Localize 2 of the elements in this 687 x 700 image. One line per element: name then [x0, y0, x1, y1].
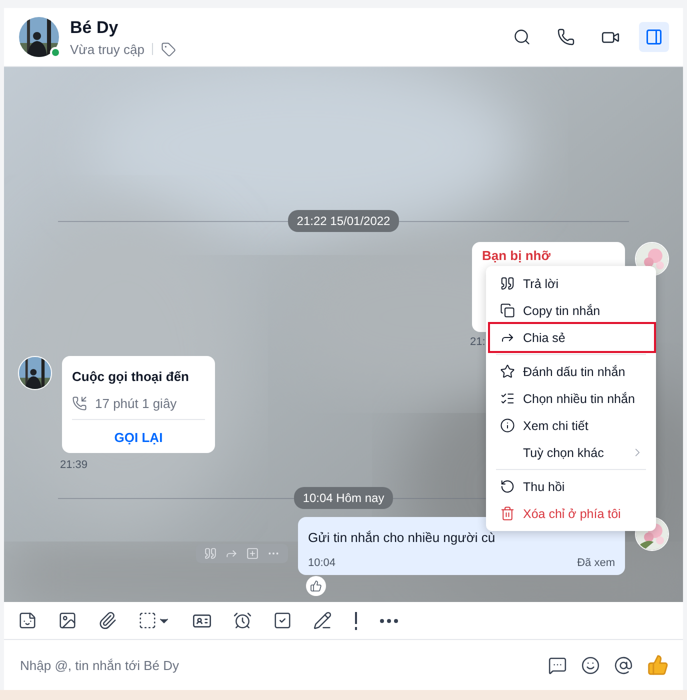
last-seen-status: Vừa truy cập: [70, 42, 144, 56]
contact-name: Bé Dy: [70, 18, 120, 38]
